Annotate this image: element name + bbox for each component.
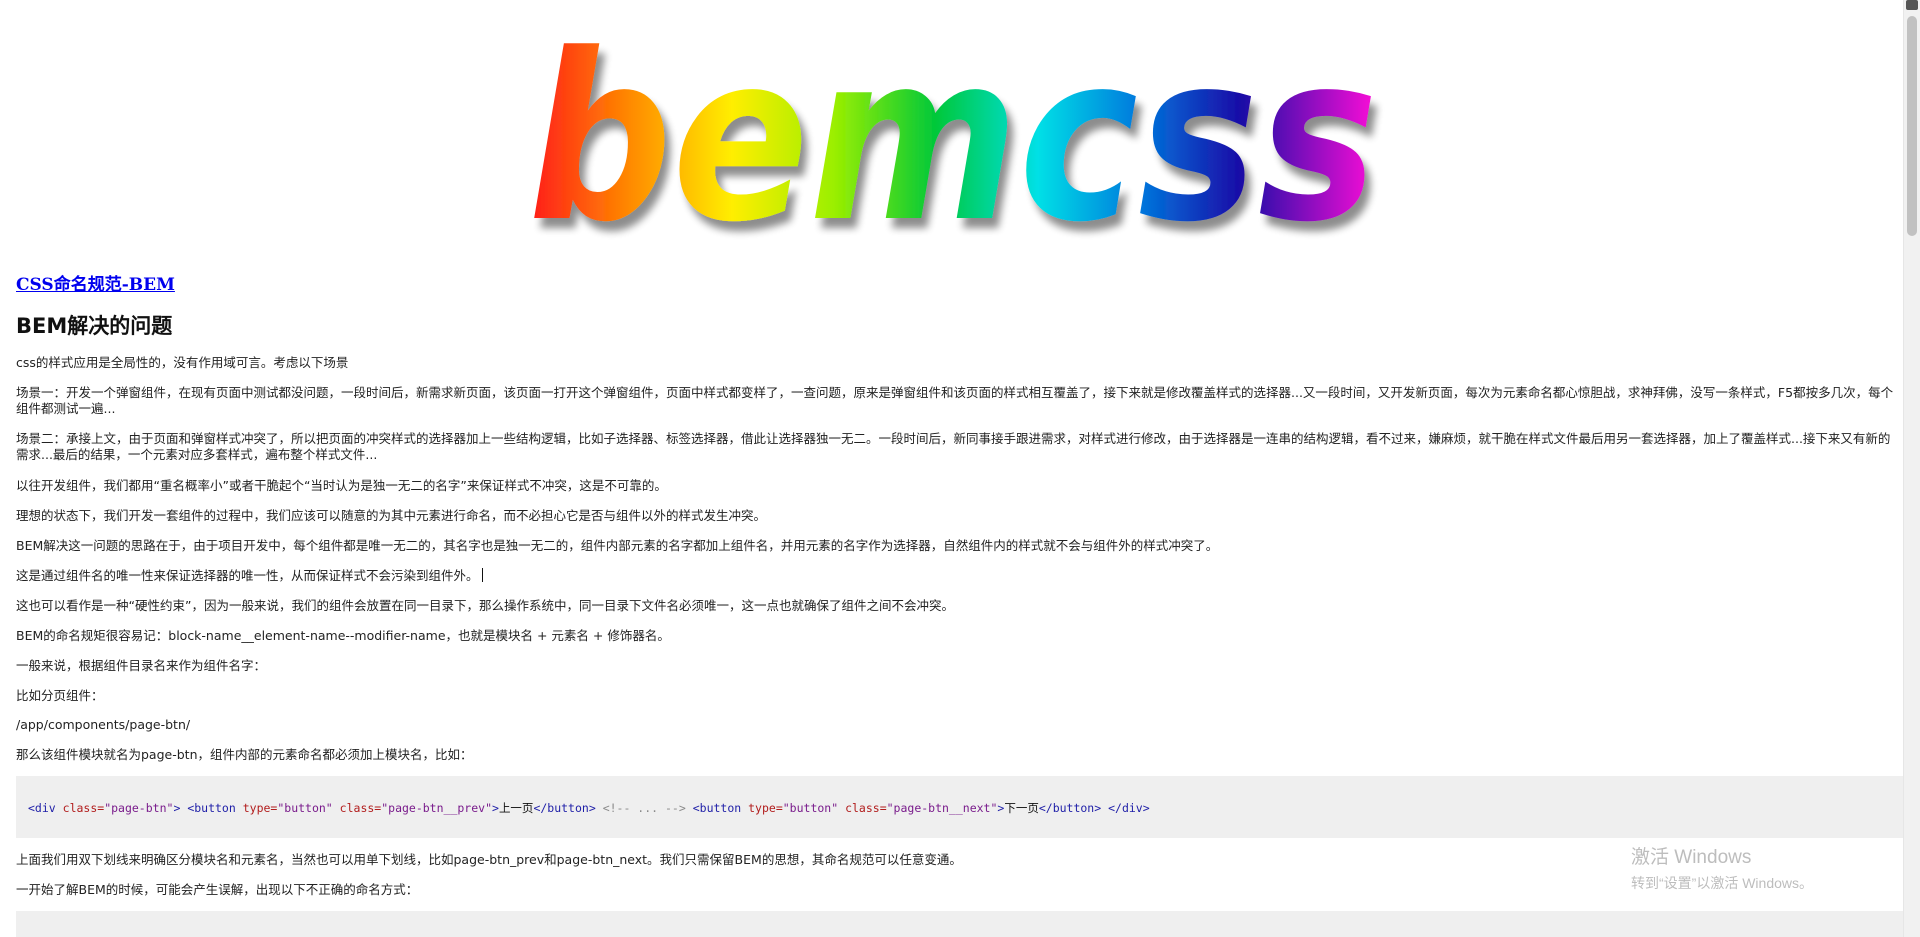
paragraph-uniqueness-text: 这是通过组件名的唯一性来保证选择器的唯一性，从而保证样式不会污染到组件外。 — [16, 568, 479, 583]
code-block-partial — [16, 911, 1903, 937]
watermark-subtitle: 转到“设置”以激活 Windows。 — [1631, 875, 1814, 891]
text-caret — [481, 568, 483, 582]
paragraph-uniqueness: 这是通过组件名的唯一性来保证选择器的唯一性，从而保证样式不会污染到组件外。 — [16, 568, 1896, 584]
code-token: "page-btn__next" — [886, 801, 998, 815]
paragraph-path: /app/components/page-btn/ — [16, 717, 191, 732]
vertical-scrollbar[interactable] — [1903, 0, 1920, 937]
code-block: <div class="page-btn"> <button type="but… — [16, 776, 1903, 838]
paragraph-naming-rule: BEM的命名规矩很容易记：block-name__element-name--m… — [16, 628, 670, 643]
paragraph-hard-constraint: 这也可以看作是一种“硬性约束”，因为一般来说，我们的组件会放置在同一目录下，那么… — [16, 598, 954, 613]
scroll-indicator — [1906, 0, 1918, 10]
paragraph-past: 以往开发组件，我们都用“重名概率小”或者干脆起个“当时认为是独一无二的名字”来保… — [16, 478, 667, 493]
logo-graphic: bemcss — [528, 28, 1378, 243]
code-token: </button> — [1038, 801, 1102, 815]
code-token: type= — [242, 801, 278, 815]
code-line: <div class="page-btn"> <button type="but… — [28, 800, 1150, 816]
section-heading: BEM解决的问题 — [16, 314, 173, 338]
paragraph-component-name: 一般来说，根据组件目录名来作为组件名字： — [16, 658, 267, 673]
code-token: class= — [339, 801, 382, 815]
scrollbar-thumb[interactable] — [1907, 16, 1917, 236]
logo-text: bemcss — [528, 28, 1378, 243]
code-token: <button — [692, 801, 742, 815]
watermark-title: 激活 Windows — [1631, 847, 1752, 868]
paragraph-example: 比如分页组件： — [16, 688, 104, 703]
code-token: </div> — [1108, 801, 1150, 815]
bemcss-logo: bemcss — [528, 28, 1388, 243]
code-token: class= — [845, 801, 887, 815]
code-token: "page-btn__prev" — [381, 801, 492, 815]
code-token: 上一页 — [498, 801, 534, 815]
code-token: type= — [748, 801, 783, 815]
paragraph-scene-1: 场景一：开发一个弹窗组件，在现有页面中测试都没问题，一段时间后，新需求新页面，该… — [16, 385, 1894, 416]
paragraph-bem-solution: BEM解决这一问题的思路在于，由于项目开发中，每个组件都是唯一无二的，其名字也是… — [16, 538, 1219, 553]
code-token: </button> — [533, 801, 596, 815]
code-token: class= — [62, 801, 105, 815]
code-token: "button" — [277, 801, 333, 815]
code-token: <button — [187, 801, 236, 815]
code-token: "page-btn" — [104, 801, 174, 815]
paragraph-intro: css的样式应用是全局性的，没有作用域可言。考虑以下场景 — [16, 355, 349, 370]
windows-activation-watermark: 激活 Windows 转到“设置”以激活 Windows。 — [1631, 842, 1813, 893]
code-token: > — [492, 801, 499, 815]
paragraph-double-underscore: 上面我们用双下划线来明确区分模块名和元素名，当然也可以用单下划线，比如page-… — [16, 852, 962, 867]
code-token: "button" — [782, 801, 839, 815]
paragraph-scene-2: 场景二：承接上文，由于页面和弹窗样式冲突了，所以把页面的冲突样式的选择器加上一些… — [16, 431, 1891, 462]
page: bemcss CSS命名规范-BEM BEM解决的问题 css的样式应用是全局性… — [0, 0, 1903, 937]
code-token: > — [173, 801, 181, 815]
code-token: <!-- ... --> — [602, 801, 686, 815]
article-title-link[interactable]: CSS命名规范-BEM — [16, 270, 175, 295]
paragraph-ideal: 理想的状态下，我们开发一套组件的过程中，我们应该可以随意的为其中元素进行命名，而… — [16, 508, 767, 523]
code-token: <div — [28, 801, 56, 815]
paragraph-module-name: 那么该组件模块就名为page-btn，组件内部的元素命名都必须加上模块名，比如： — [16, 747, 473, 762]
paragraph-misunderstanding: 一开始了解BEM的时候，可能会产生误解，出现以下不正确的命名方式： — [16, 882, 419, 897]
code-token: 下一页 — [1004, 801, 1039, 815]
